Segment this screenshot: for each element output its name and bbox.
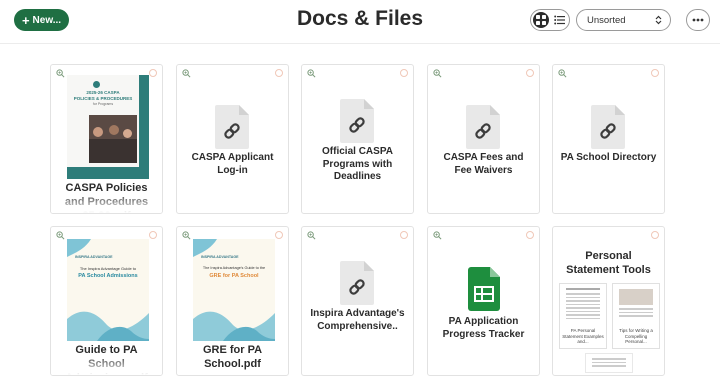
status-icon bbox=[651, 69, 659, 77]
file-title: CASPA Applicant Log-in bbox=[191, 152, 274, 176]
file-title: GRE for PA School.pdf bbox=[202, 344, 263, 370]
thumb-text: for Programs bbox=[92, 102, 114, 106]
folder-item-thumb[interactable] bbox=[585, 353, 633, 373]
more-icon bbox=[692, 18, 704, 22]
file-card-guide-pa-admissions[interactable]: INSPIRA ADVANTAGE The Inspira Advantage … bbox=[50, 226, 163, 376]
sort-select[interactable]: Unsorted bbox=[576, 9, 671, 31]
thumb-text: 2025-26 CASPA bbox=[86, 90, 120, 95]
more-options-button[interactable] bbox=[686, 9, 710, 31]
zoom-icon[interactable] bbox=[433, 231, 442, 240]
file-title: CASPA Fees and Fee Waivers bbox=[443, 152, 524, 176]
pdf-thumbnail: INSPIRA ADVANTAGE The Inspira Advantage'… bbox=[193, 239, 275, 341]
google-sheets-icon bbox=[468, 267, 500, 311]
pdf-thumbnail: 2025-26 CASPA POLICIES & PROCEDURES for … bbox=[67, 75, 149, 179]
folder-item-label: Tips for Writing a Compelling Personal..… bbox=[619, 328, 653, 344]
thumb-text: INSPIRA ADVANTAGE bbox=[201, 255, 239, 259]
link-document-icon bbox=[466, 105, 500, 149]
zoom-icon[interactable] bbox=[182, 69, 191, 78]
status-icon bbox=[526, 231, 534, 239]
file-title: PA Application Progress Tracker bbox=[442, 316, 525, 340]
status-icon bbox=[149, 231, 157, 239]
zoom-icon[interactable] bbox=[56, 69, 65, 78]
folder-item-label: PA Personal Statement Examples and... bbox=[562, 328, 604, 344]
pdf-thumbnail: INSPIRA ADVANTAGE The Inspira Advantage … bbox=[67, 239, 149, 341]
link-card-inspira-comprehensive[interactable]: Inspira Advantage's Comprehensive.. bbox=[301, 226, 414, 376]
file-title: PA School Directory bbox=[560, 152, 657, 163]
file-title: Official CASPA Programs with Deadlines bbox=[322, 146, 393, 182]
list-view-icon[interactable] bbox=[552, 12, 568, 28]
status-icon bbox=[400, 231, 408, 239]
folder-item-thumb[interactable]: Tips for Writing a Compelling Personal..… bbox=[612, 283, 660, 349]
zoom-icon[interactable] bbox=[182, 231, 191, 240]
link-card-caspa-fees[interactable]: CASPA Fees and Fee Waivers bbox=[427, 64, 540, 214]
status-icon bbox=[400, 69, 408, 77]
file-title: Inspira Advantage's Comprehensive.. bbox=[310, 308, 405, 332]
zoom-icon[interactable] bbox=[56, 231, 65, 240]
link-document-icon bbox=[591, 105, 625, 149]
zoom-icon[interactable] bbox=[433, 69, 442, 78]
link-document-icon bbox=[215, 105, 249, 149]
thumb-text: The Inspira Advantage Guide to bbox=[79, 266, 137, 271]
up-down-chevron-icon bbox=[655, 15, 662, 25]
sort-select-value: Unsorted bbox=[587, 14, 626, 26]
file-card-gre-pa-school[interactable]: INSPIRA ADVANTAGE The Inspira Advantage'… bbox=[176, 226, 289, 376]
folder-title: Personal Statement Tools bbox=[566, 250, 651, 276]
zoom-icon[interactable] bbox=[558, 69, 567, 78]
link-document-icon bbox=[340, 261, 374, 305]
folder-card-personal-statement[interactable]: Personal Statement Tools PA Personal Sta… bbox=[552, 226, 665, 376]
thumb-text: POLICIES & PROCEDURES bbox=[73, 96, 133, 101]
link-document-icon bbox=[340, 99, 374, 143]
grid-view-icon[interactable] bbox=[533, 12, 549, 28]
sheet-card-progress-tracker[interactable]: PA Application Progress Tracker bbox=[427, 226, 540, 376]
status-icon bbox=[526, 69, 534, 77]
thumb-text: GRE for PA School bbox=[209, 273, 259, 279]
status-icon bbox=[149, 69, 157, 77]
folder-item-thumb[interactable]: PA Personal Statement Examples and... bbox=[559, 283, 607, 349]
thumb-text: PA School Admissions bbox=[78, 273, 138, 279]
link-card-caspa-login[interactable]: CASPA Applicant Log-in bbox=[176, 64, 289, 214]
status-icon bbox=[275, 231, 283, 239]
thumb-text: The Inspira Advantage's Guide to the bbox=[202, 266, 266, 270]
status-icon bbox=[651, 231, 659, 239]
link-card-pa-directory[interactable]: PA School Directory bbox=[552, 64, 665, 214]
status-icon bbox=[275, 69, 283, 77]
zoom-icon[interactable] bbox=[307, 231, 316, 240]
file-card-caspa-policies[interactable]: 2025-26 CASPA POLICIES & PROCEDURES for … bbox=[50, 64, 163, 214]
thumb-text: INSPIRA ADVANTAGE bbox=[75, 255, 113, 259]
zoom-icon[interactable] bbox=[307, 69, 316, 78]
link-card-caspa-programs[interactable]: Official CASPA Programs with Deadlines bbox=[301, 64, 414, 214]
header: + New... Docs & Files Unsorted bbox=[0, 0, 720, 44]
view-toggle[interactable] bbox=[530, 9, 570, 31]
